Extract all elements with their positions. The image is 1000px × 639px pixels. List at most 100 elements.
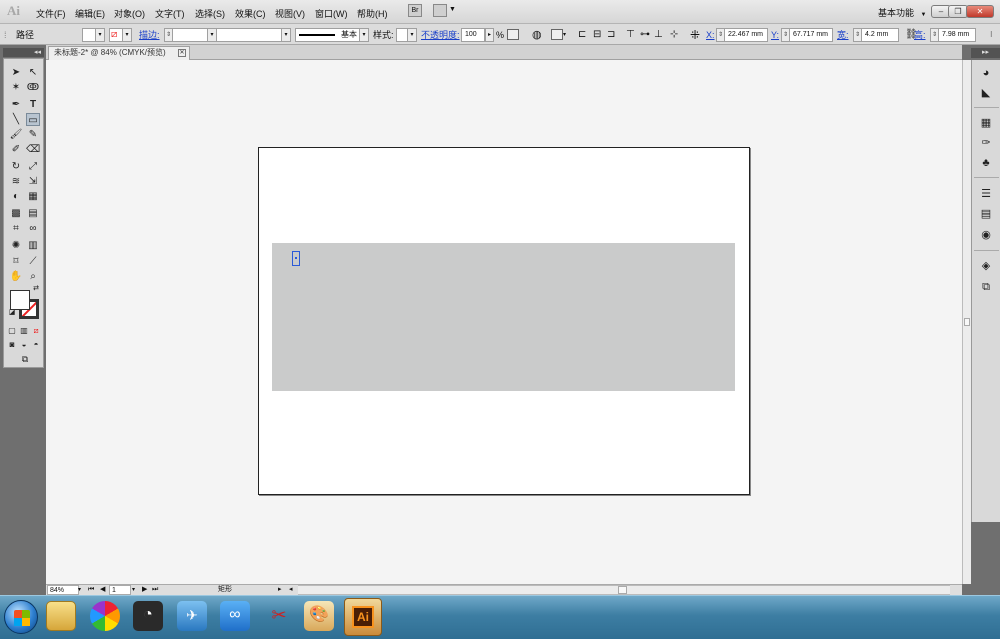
stroke-color-picker[interactable]: ⧄ ▾: [109, 24, 132, 45]
stroke-weight-input[interactable]: [172, 27, 208, 42]
vertical-scrollbar-thumb[interactable]: [964, 318, 970, 326]
transform-panel-icon[interactable]: ⊹: [670, 24, 678, 45]
last-artboard-icon[interactable]: ⏭: [152, 585, 158, 595]
tools-panel-collapse[interactable]: ◂◂: [3, 48, 44, 57]
bridge-icon[interactable]: Br: [408, 4, 422, 17]
align-top-icon[interactable]: ⊤: [626, 24, 635, 45]
fill-chevron-down-icon[interactable]: ▾: [96, 27, 105, 42]
gradient-mode-icon[interactable]: ▥: [19, 324, 29, 337]
align-center-horizontal-icon[interactable]: ⊟: [593, 24, 601, 45]
menu-window[interactable]: 窗口(W): [315, 7, 348, 20]
align-center-vertical-icon[interactable]: ⊶: [640, 24, 650, 45]
menu-help[interactable]: 帮助(H): [357, 7, 388, 20]
transparency-panel-icon[interactable]: ◉: [979, 229, 993, 242]
draw-behind-icon[interactable]: ◒: [19, 338, 29, 351]
column-graph-tool-icon[interactable]: ▥: [26, 239, 40, 252]
screen-mode-icon[interactable]: ⧉: [17, 353, 33, 366]
horizontal-scrollbar[interactable]: [298, 585, 950, 595]
close-document-icon[interactable]: ✕: [178, 49, 186, 57]
hand-tool-icon[interactable]: ✋: [9, 270, 23, 283]
graphic-style-swatch[interactable]: [396, 27, 408, 42]
artboard-tool-icon[interactable]: ⌑: [9, 255, 23, 268]
explorer-folder-icon[interactable]: [46, 601, 76, 631]
brush-definition-field[interactable]: 基本: [295, 27, 360, 42]
symbols-panel-icon[interactable]: ♣: [979, 157, 993, 170]
zoom-level-field[interactable]: 84%: [47, 585, 79, 595]
zoom-chevron-down-icon[interactable]: ▾: [78, 585, 81, 595]
brush-definition[interactable]: 基本 ▾: [295, 24, 369, 45]
next-artboard-icon[interactable]: ▶: [142, 585, 147, 595]
eyedropper-tool-icon[interactable]: ⌗: [9, 222, 23, 235]
workspace-switcher[interactable]: 基本功能 ▼: [878, 6, 926, 19]
x-label-link[interactable]: X:: [706, 24, 715, 45]
opacity-input[interactable]: 100: [461, 27, 485, 42]
status-menu-icon[interactable]: ▸: [278, 585, 282, 595]
control-bar-grip[interactable]: ⁞: [4, 24, 8, 45]
control-bar-menu-icon[interactable]: ⁝: [990, 24, 993, 45]
y-field[interactable]: ⇕ 67.717 mm: [781, 24, 833, 45]
selection-tool-icon[interactable]: ➤: [9, 66, 23, 79]
color-panel-icon[interactable]: ◕: [979, 67, 993, 80]
stroke-label-link[interactable]: 描边:: [139, 24, 160, 45]
menu-view[interactable]: 视图(V): [275, 7, 305, 20]
stroke-chevron-down-icon[interactable]: ▾: [123, 27, 132, 42]
pen-tool-icon[interactable]: ✒: [9, 98, 23, 111]
graphic-style-picker[interactable]: ▾: [396, 24, 417, 45]
document-tab[interactable]: 未标题-2* @ 84% (CMYK/预览) ✕: [48, 46, 190, 60]
appearance-panel-icon[interactable]: ◈: [979, 260, 993, 273]
variable-width-chevron-down-icon[interactable]: ▾: [282, 27, 291, 42]
brushes-panel-icon[interactable]: ✑: [979, 137, 993, 150]
lite-app-bird-icon[interactable]: ✈: [177, 601, 207, 631]
rotate-tool-icon[interactable]: ↻: [9, 160, 23, 173]
arrange-documents-icon[interactable]: [433, 4, 447, 17]
zoom-tool-icon[interactable]: ⌕: [26, 270, 40, 283]
x-spinner-icon[interactable]: ⇕: [716, 27, 724, 42]
scroll-left-icon[interactable]: ◂: [289, 585, 293, 595]
blend-tool-icon[interactable]: ∞: [26, 222, 40, 235]
variable-width-input[interactable]: [216, 27, 282, 42]
variable-width-profile[interactable]: ▾: [216, 24, 291, 45]
opacity-field[interactable]: 100 ▸ %: [461, 24, 504, 45]
rectangle-tool-icon[interactable]: ▭: [26, 113, 40, 126]
fill-swatch-mini[interactable]: [82, 27, 96, 42]
selected-path[interactable]: [292, 251, 300, 266]
fill-color-picker[interactable]: ▾: [82, 24, 105, 45]
line-tool-icon[interactable]: ╲: [9, 113, 23, 126]
reference-point-icon[interactable]: ⁜: [690, 24, 700, 45]
previous-artboard-icon[interactable]: ◀: [100, 585, 105, 595]
menu-file[interactable]: 文件(F): [36, 7, 66, 20]
scissors-tool-icon[interactable]: ✂: [264, 601, 294, 631]
blob-brush-tool-icon[interactable]: ✐: [9, 143, 23, 156]
width-field[interactable]: ⇕ 4.2 mm: [853, 24, 899, 45]
x-input[interactable]: 22.467 mm: [724, 27, 768, 42]
mesh-tool-icon[interactable]: ▩: [9, 207, 23, 220]
shape-builder-tool-icon[interactable]: ◐: [9, 190, 23, 203]
opacity-chevron-right-icon[interactable]: ▸: [485, 27, 494, 42]
swatches-panel-icon[interactable]: ▦: [979, 117, 993, 130]
paint-palette-icon[interactable]: 🎨: [304, 601, 334, 631]
lasso-tool-icon[interactable]: ↂ: [26, 81, 40, 94]
height-input[interactable]: 7.98 mm: [938, 27, 976, 42]
no-stroke-icon[interactable]: ⧄: [109, 27, 123, 42]
artboard[interactable]: [258, 147, 750, 495]
slice-tool-icon[interactable]: ⟋: [26, 255, 40, 268]
color-guide-panel-icon[interactable]: ◣: [979, 87, 993, 100]
symbol-sprayer-tool-icon[interactable]: ✺: [9, 239, 23, 252]
align-bottom-icon[interactable]: ⊥: [654, 24, 663, 45]
vertical-scrollbar[interactable]: [962, 60, 971, 584]
first-artboard-icon[interactable]: ⏮: [88, 585, 94, 595]
restore-button[interactable]: ❐: [948, 5, 968, 18]
grey-rectangle[interactable]: [272, 243, 735, 391]
global-edit-icon[interactable]: ◍: [532, 24, 542, 45]
fill-color-swatch[interactable]: [10, 290, 30, 310]
menu-edit[interactable]: 编辑(E): [75, 7, 105, 20]
pencil-tool-icon[interactable]: ✎: [26, 128, 40, 141]
type-tool-icon[interactable]: T: [26, 98, 40, 111]
stroke-weight-spinner-icon[interactable]: ⇕: [164, 27, 172, 42]
magic-wand-tool-icon[interactable]: ✶: [9, 81, 23, 94]
layers-panel-icon[interactable]: ⧉: [979, 281, 993, 294]
artboard-number-field[interactable]: 1: [109, 585, 131, 595]
perspective-grid-tool-icon[interactable]: ▦: [26, 190, 40, 203]
height-field[interactable]: ⇕ 7.98 mm: [930, 24, 976, 45]
y-spinner-icon[interactable]: ⇕: [781, 27, 789, 42]
